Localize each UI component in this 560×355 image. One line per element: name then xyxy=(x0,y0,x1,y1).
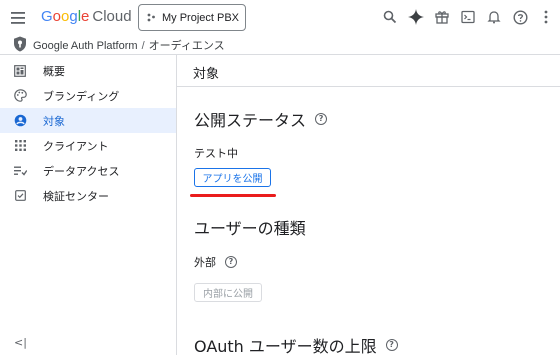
highlight-underline xyxy=(190,194,276,197)
menu-icon[interactable] xyxy=(8,8,28,28)
help-icon[interactable] xyxy=(510,7,530,27)
data-access-icon xyxy=(13,164,27,178)
user-type-title: ユーザーの種類 xyxy=(194,219,306,238)
sidebar-item-overview[interactable]: 概要 xyxy=(0,58,176,83)
apps-grid-icon xyxy=(13,139,27,153)
user-type-value: 外部 xyxy=(194,256,216,269)
cloud-shell-icon[interactable] xyxy=(458,7,478,27)
sidebar-item-branding[interactable]: ブランディング xyxy=(0,83,176,108)
sidebar-item-label: ブランディング xyxy=(43,89,120,103)
sidebar-item-data-access[interactable]: データアクセス xyxy=(0,158,176,183)
user-type-heading: ユーザーの種類 xyxy=(194,215,306,239)
help-icon[interactable]: ? xyxy=(225,256,237,268)
gift-icon[interactable] xyxy=(432,7,452,27)
title-divider xyxy=(177,86,560,87)
sidebar-item-clients[interactable]: クライアント xyxy=(0,133,176,158)
sidebar-item-label: 検証センター xyxy=(43,189,109,203)
sidebar-item-label: データアクセス xyxy=(43,164,120,178)
breadcrumb-separator: / xyxy=(141,40,145,52)
top-app-bar: Google Cloud My Project PBX xyxy=(0,0,560,36)
breadcrumb: Google Auth Platform / オーディエンス xyxy=(33,37,225,53)
breadcrumb-current: オーディエンス xyxy=(148,40,225,52)
project-name: My Project PBX xyxy=(162,11,240,24)
user-type-row: 外部 ? xyxy=(194,254,237,270)
sidebar-item-label: 対象 xyxy=(43,114,65,128)
project-dots-icon xyxy=(147,13,156,22)
top-actions xyxy=(374,7,556,27)
google-cloud-logo[interactable]: Google Cloud xyxy=(41,8,132,25)
logo-google-text: Google xyxy=(41,8,90,25)
sidebar-item-audience[interactable]: 対象 xyxy=(0,108,176,133)
help-icon[interactable]: ? xyxy=(385,339,398,351)
publishing-status-title: 公開ステータス xyxy=(194,111,307,130)
help-icon[interactable]: ? xyxy=(315,113,328,125)
page-title: 対象 xyxy=(193,67,220,82)
verification-icon xyxy=(13,189,27,203)
breadcrumb-root[interactable]: Google Auth Platform xyxy=(33,40,138,52)
palette-icon xyxy=(13,89,27,103)
sidebar-item-label: クライアント xyxy=(43,139,109,153)
sidebar-item-label: 概要 xyxy=(43,64,65,78)
audience-icon xyxy=(13,114,27,128)
oauth-limit-title: OAuth ユーザー数の上限 xyxy=(194,337,377,355)
project-picker-button[interactable]: My Project PBX xyxy=(138,4,246,31)
auth-platform-shield-icon xyxy=(13,36,27,52)
oauth-limit-heading: OAuth ユーザー数の上限 ? xyxy=(194,333,398,355)
publish-app-button[interactable]: アプリを公開 xyxy=(194,168,271,187)
collapse-sidebar-icon[interactable]: <| xyxy=(14,336,27,349)
make-internal-button[interactable]: 内部に公開 xyxy=(194,283,262,302)
gemini-sparkle-icon[interactable] xyxy=(406,7,426,27)
publishing-status-value: テスト中 xyxy=(194,147,238,160)
publishing-status-heading: 公開ステータス ? xyxy=(194,107,328,131)
more-vert-icon[interactable] xyxy=(536,7,556,27)
search-icon[interactable] xyxy=(380,7,400,27)
notifications-icon[interactable] xyxy=(484,7,504,27)
sidebar: 概要 ブランディング 対象 クライアント データアクセス 検証センター xyxy=(0,55,177,355)
dashboard-icon xyxy=(13,64,27,78)
logo-cloud-text: Cloud xyxy=(92,8,132,25)
sidebar-item-verification-center[interactable]: 検証センター xyxy=(0,183,176,208)
